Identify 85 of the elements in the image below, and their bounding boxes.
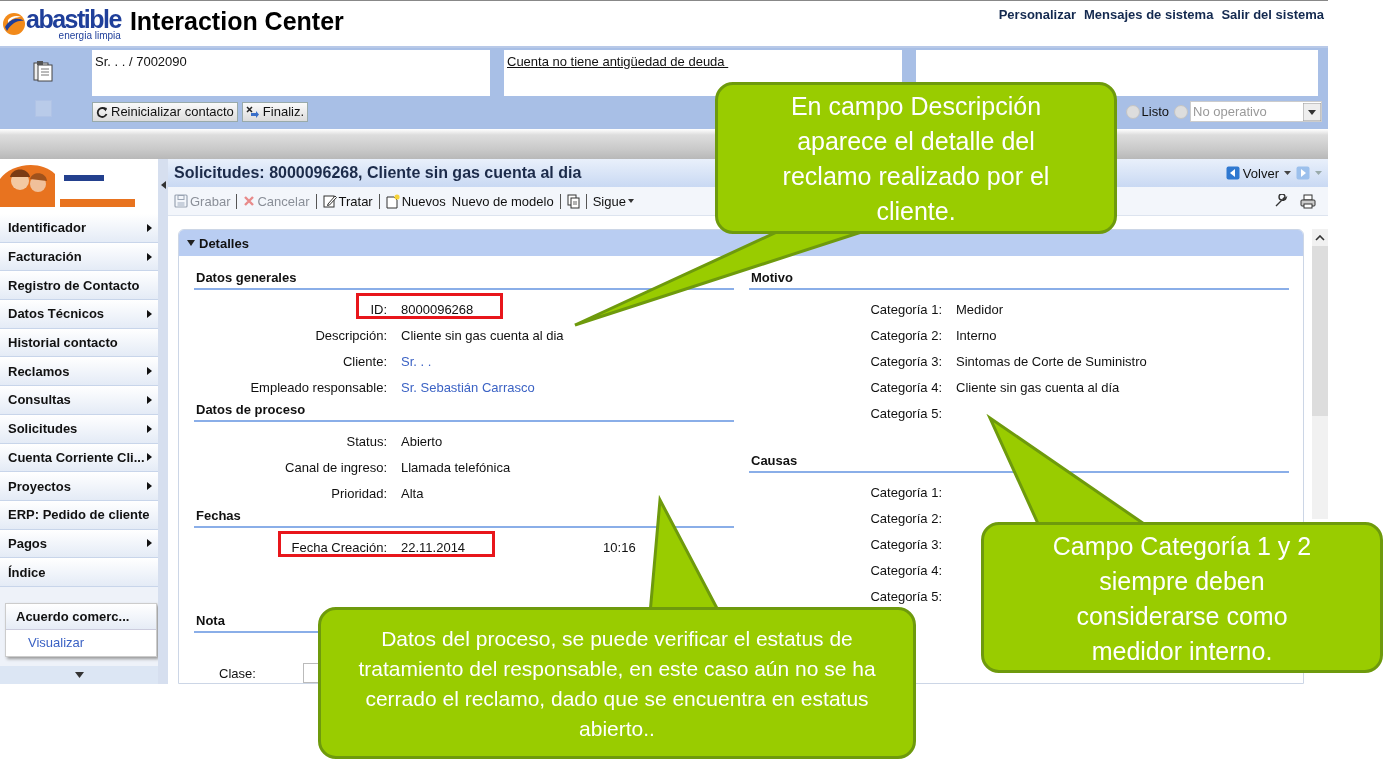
nav-item[interactable]: Consultas bbox=[0, 386, 158, 415]
more-menu-button[interactable]: Sigue bbox=[592, 193, 634, 209]
field-value: Sintomas de Corte de Suministro bbox=[956, 353, 1147, 369]
field-value: Abierto bbox=[401, 433, 443, 449]
field-value: Llamada telefónica bbox=[401, 459, 511, 475]
field-label: Categoría 5: bbox=[870, 588, 942, 604]
header-link[interactable]: Salir del sistema bbox=[1221, 7, 1324, 22]
refresh-icon bbox=[96, 105, 108, 118]
reset-contact-button[interactable]: Reinicializar contacto bbox=[92, 101, 238, 122]
field-value: Medidor bbox=[956, 301, 1003, 317]
field-label: Clase: bbox=[219, 665, 256, 681]
field-value: 10:16 bbox=[603, 539, 636, 555]
account-alert-link[interactable]: Cuenta no tiene antigüedad de deuda bbox=[507, 54, 729, 69]
nav-item[interactable]: Índice bbox=[0, 558, 158, 587]
field-value: Cliente sin gas cuenta al dia bbox=[401, 327, 564, 343]
clipboard-icon bbox=[33, 60, 53, 82]
scroll-down-icon[interactable] bbox=[74, 672, 84, 678]
field-label: Categoría 1: bbox=[870, 301, 942, 317]
visualize-link[interactable]: Visualizar bbox=[6, 629, 156, 656]
nav-item[interactable]: Registro de Contacto bbox=[0, 271, 158, 301]
field-label: Empleado responsable: bbox=[250, 379, 387, 395]
page-title: Solicitudes: 8000096268, Cliente sin gas cuenta al dia bbox=[174, 164, 582, 182]
radio-label: Listo bbox=[1141, 104, 1169, 119]
toolbar-button[interactable]: Tratar bbox=[322, 193, 373, 209]
radio-button[interactable] bbox=[1174, 104, 1188, 119]
toolbar-button[interactable]: Nuevo de modelo bbox=[451, 193, 554, 209]
scrollbar[interactable] bbox=[1312, 229, 1328, 519]
nav-item[interactable]: Datos Técnicos bbox=[0, 300, 158, 329]
field-link[interactable]: Sr. Sebastián Carrasco bbox=[401, 379, 535, 395]
field-label: Categoría 2: bbox=[870, 510, 942, 526]
header-link[interactable]: Personalizar bbox=[998, 7, 1076, 22]
section-title: Motivo bbox=[749, 268, 1289, 290]
field-label: Categoría 3: bbox=[870, 353, 942, 369]
field-value: Alta bbox=[401, 485, 424, 501]
input-field[interactable] bbox=[303, 663, 318, 683]
field-value: Cliente sin gas cuenta al día bbox=[956, 379, 1120, 395]
radio-button[interactable] bbox=[1125, 104, 1140, 119]
field-label: Categoría 2: bbox=[870, 327, 942, 343]
app-title: Interaction Center bbox=[129, 7, 344, 36]
wrench-icon[interactable] bbox=[1274, 193, 1288, 208]
field-value: Interno bbox=[956, 327, 997, 343]
field-value: 22.11.2014 bbox=[401, 539, 466, 555]
finish-button[interactable]: Finaliz. bbox=[241, 101, 309, 122]
field-label: Prioridad: bbox=[331, 485, 387, 501]
brand-name: abastible bbox=[26, 6, 121, 32]
field-label: Categoría 3: bbox=[870, 536, 942, 552]
field-label: Categoría 1: bbox=[870, 484, 942, 500]
back-button[interactable]: Volver bbox=[1225, 165, 1279, 181]
field-label: Categoría 4: bbox=[870, 562, 942, 578]
nav-item[interactable]: Proyectos bbox=[0, 472, 158, 501]
dropdown-arrow-icon bbox=[1303, 102, 1321, 121]
collapse-arrow-icon bbox=[187, 240, 195, 246]
header-link[interactable]: Mensajes de sistema bbox=[1084, 7, 1214, 22]
card-title: Acuerdo comerc... bbox=[6, 603, 156, 630]
callout: En campo Descripción aparece el detalle del reclamo realizado por el cliente. bbox=[715, 82, 1117, 234]
new-document-icon bbox=[385, 193, 400, 209]
field-label: Cliente: bbox=[342, 353, 387, 369]
brand-tagline: energia limpia bbox=[58, 30, 121, 41]
field-value: 8000096268 bbox=[401, 301, 474, 317]
end-icon bbox=[245, 105, 260, 118]
nav-item[interactable]: Reclamos bbox=[0, 357, 158, 387]
field-label: Categoría 5: bbox=[870, 405, 942, 421]
copy-icon[interactable] bbox=[566, 193, 580, 209]
contact-name: Sr. . . / 7002090 bbox=[95, 54, 187, 69]
scroll-up-icon[interactable] bbox=[1315, 235, 1325, 241]
field-label: Status: bbox=[346, 433, 387, 449]
field-label: Descripción: bbox=[315, 327, 387, 343]
cancel-icon bbox=[243, 195, 256, 207]
print-icon[interactable] bbox=[1300, 193, 1316, 209]
collapse-icon[interactable] bbox=[160, 181, 166, 189]
save-icon bbox=[174, 194, 188, 208]
edit-icon bbox=[322, 194, 337, 208]
field-link[interactable]: Sr. . . bbox=[401, 353, 432, 369]
section-title: Datos de proceso bbox=[194, 400, 734, 422]
logo-icon bbox=[2, 11, 26, 36]
callout: Datos del proceso, se puede verificar el estatus de tratamiento del responsable, en este caso aún no se ha cerrado el reclamo, dado que se encuentra en estatus abierto.. bbox=[318, 607, 916, 759]
caret-icon[interactable] bbox=[1284, 171, 1291, 175]
field-label: ID: bbox=[370, 301, 387, 317]
nav-item[interactable]: Identificador bbox=[0, 214, 158, 243]
toolbar-button[interactable]: Nuevos bbox=[385, 193, 446, 209]
field-label: Fecha Creación: bbox=[291, 539, 387, 555]
field-label: Canal de ingreso: bbox=[285, 459, 387, 475]
field-label: Categoría 4: bbox=[870, 379, 942, 395]
caret-icon bbox=[627, 199, 634, 203]
scroll-thumb[interactable] bbox=[1312, 246, 1328, 416]
